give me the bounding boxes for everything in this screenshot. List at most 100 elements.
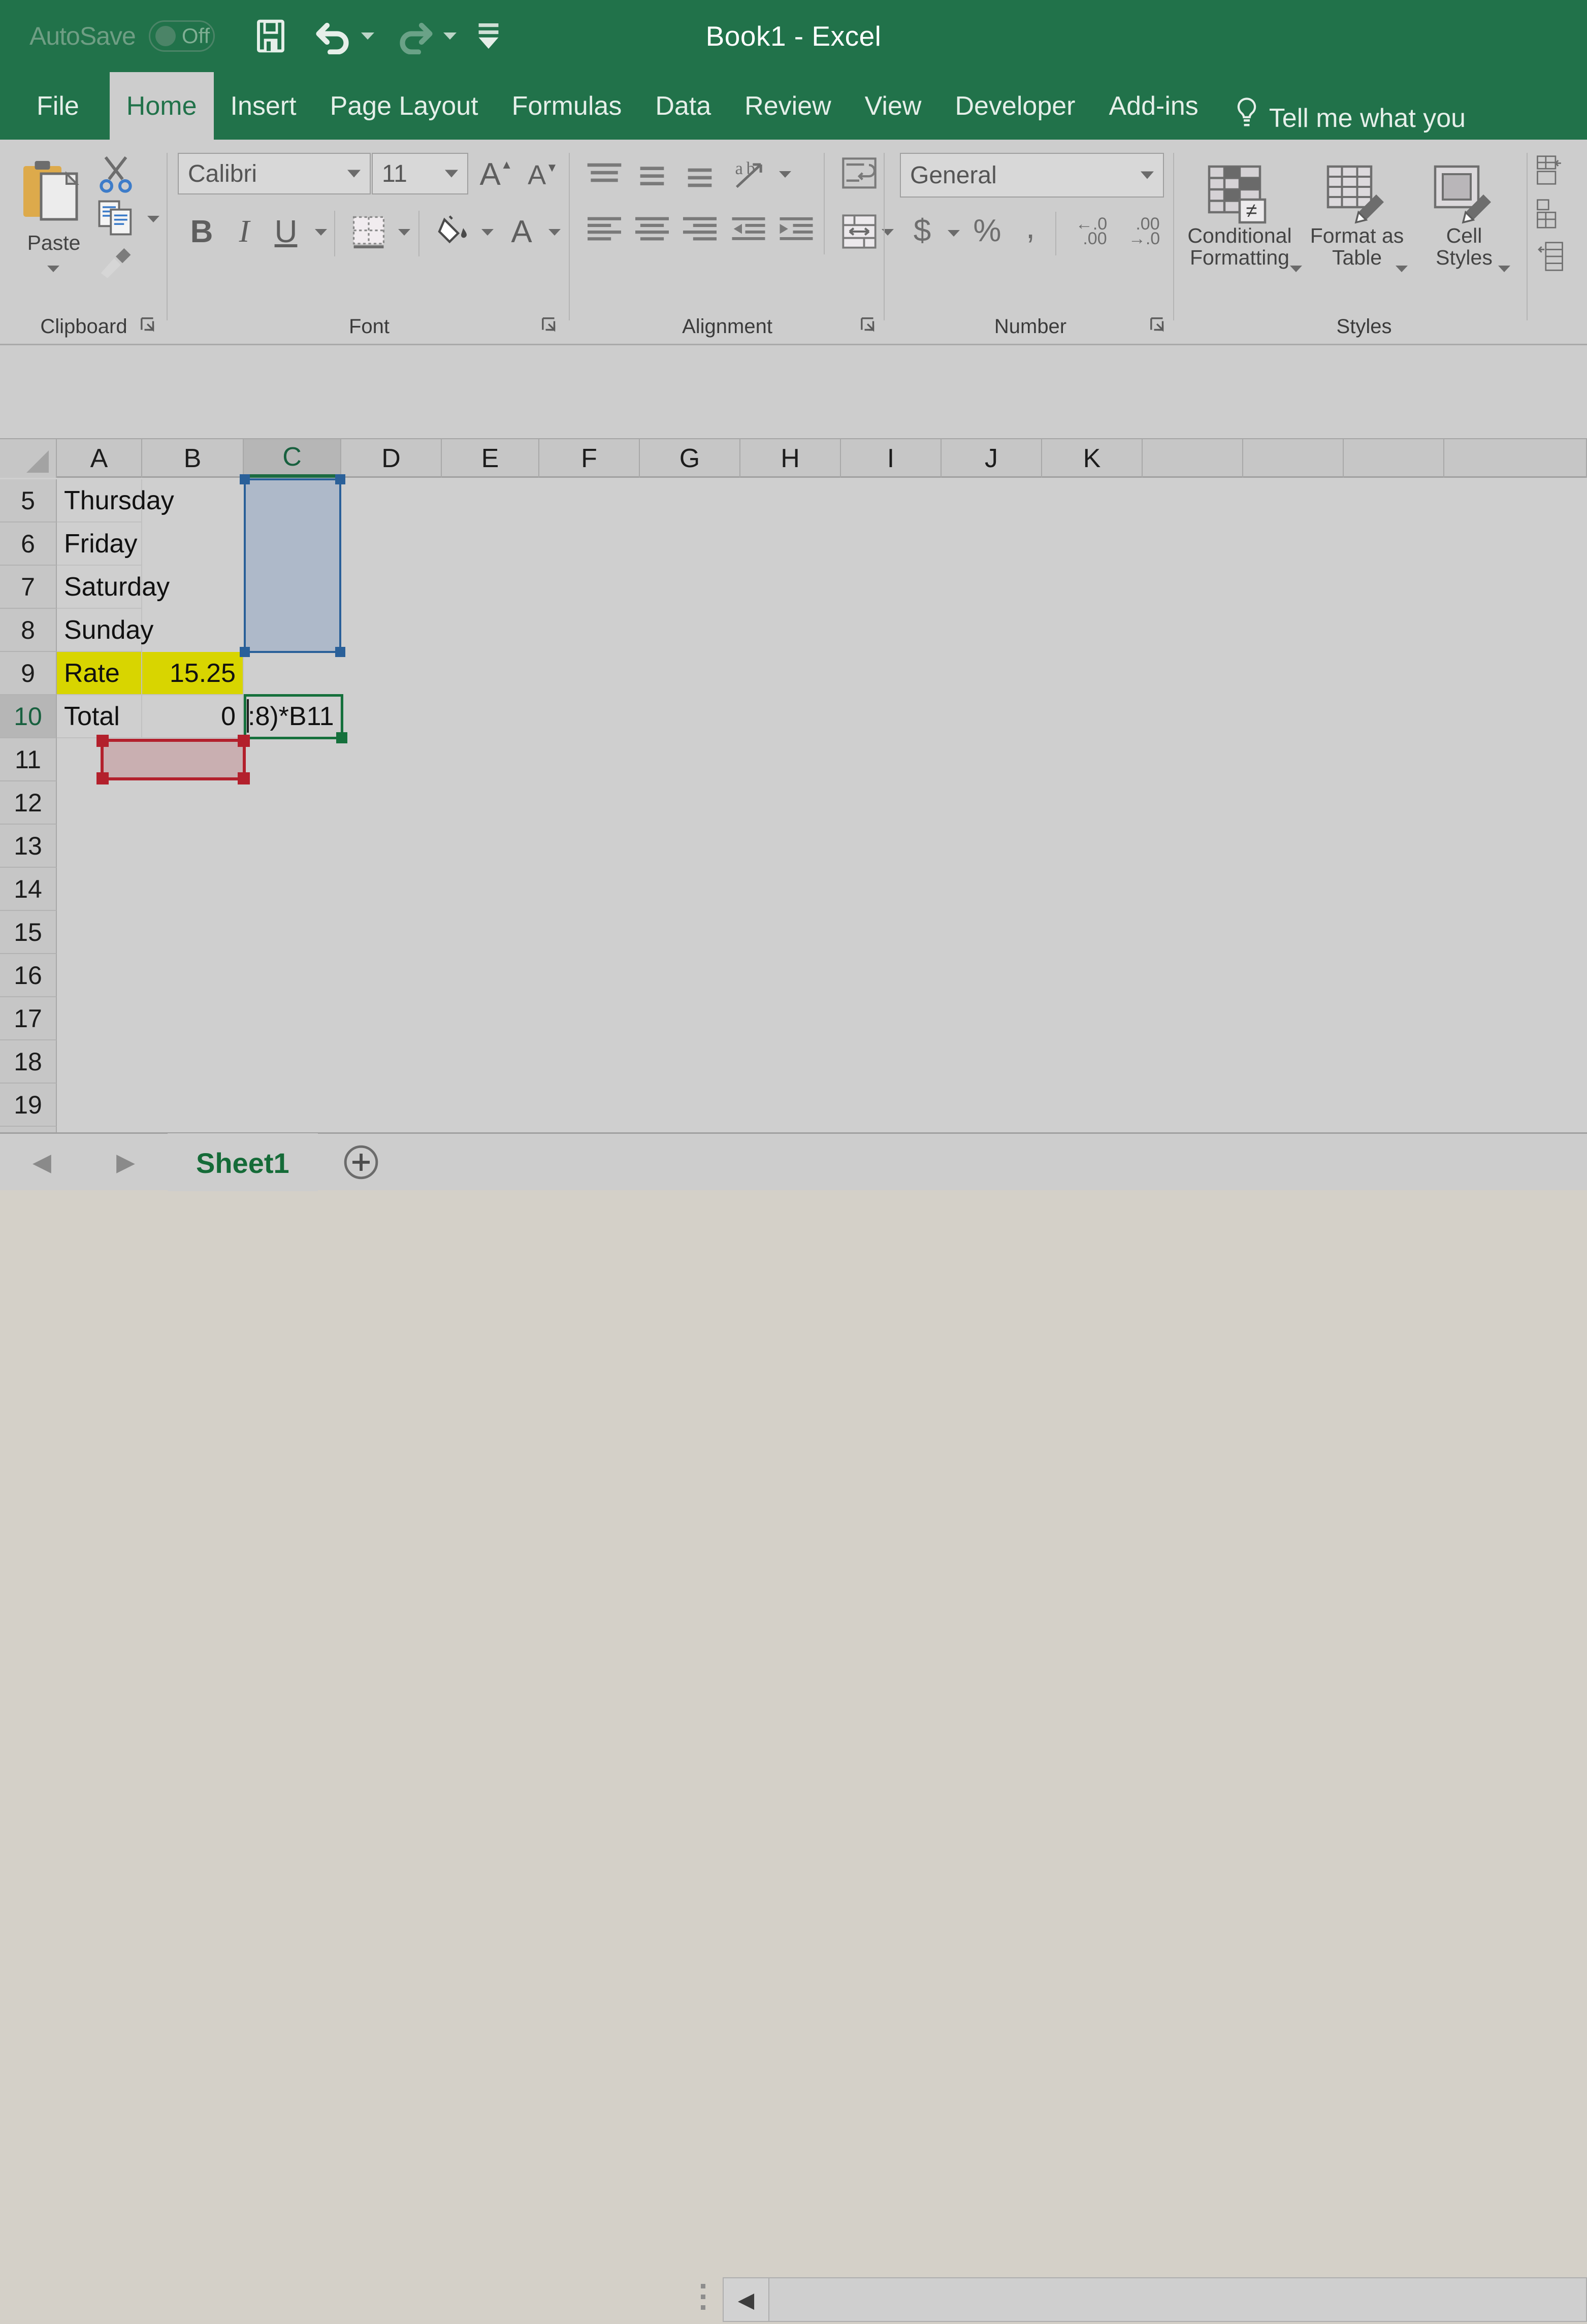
wrap-text-button[interactable] <box>834 152 885 198</box>
orientation-button[interactable]: a b <box>725 152 774 197</box>
accounting-format-button[interactable]: $ <box>901 209 944 252</box>
column-header-extra-3[interactable] <box>1344 439 1444 478</box>
selection-handle-tl[interactable] <box>240 474 250 484</box>
orientation-dropdown-icon[interactable] <box>779 171 791 178</box>
column-header-b[interactable]: B <box>142 439 244 478</box>
row-header-7[interactable]: 7 <box>0 566 57 609</box>
font-color-button[interactable]: A <box>500 210 543 253</box>
range-selection-c5-c8[interactable] <box>240 474 345 657</box>
row-header-5[interactable]: 5 <box>0 479 57 522</box>
tab-page-layout[interactable]: Page Layout <box>313 72 495 140</box>
active-cell-border-c10[interactable] <box>244 694 347 743</box>
selection-handle-tr[interactable] <box>335 474 345 484</box>
fill-handle[interactable] <box>336 732 347 743</box>
row-header-20[interactable]: 20 <box>0 1127 57 1132</box>
tell-me-box[interactable]: Tell me what you <box>1215 96 1466 140</box>
cell-a7[interactable]: Saturday <box>57 566 170 609</box>
underline-button[interactable]: U <box>264 210 308 253</box>
next-sheet-icon[interactable]: ▶ <box>116 1148 135 1176</box>
format-cells-button[interactable] <box>1535 237 1565 276</box>
reference-handle-tl[interactable] <box>96 735 109 747</box>
number-format-combo[interactable]: General <box>900 153 1164 198</box>
cell-styles-button[interactable]: Cell Styles <box>1416 148 1512 285</box>
cell-a8[interactable]: Sunday <box>57 609 153 652</box>
tab-data[interactable]: Data <box>638 72 728 140</box>
comma-style-button[interactable]: , <box>1012 208 1049 252</box>
reference-handle-bl[interactable] <box>96 772 109 784</box>
column-header-extra-4[interactable] <box>1444 439 1587 478</box>
row-header-8[interactable]: 8 <box>0 609 57 652</box>
underline-dropdown-icon[interactable] <box>315 229 327 236</box>
reference-handle-tr[interactable] <box>238 735 250 747</box>
cell-a5[interactable]: Thursday <box>57 479 174 522</box>
copy-button[interactable] <box>91 197 140 239</box>
insert-cells-button[interactable] <box>1535 151 1565 189</box>
column-header-j[interactable]: J <box>942 439 1042 478</box>
tab-developer[interactable]: Developer <box>938 72 1092 140</box>
column-header-h[interactable]: H <box>740 439 841 478</box>
tab-review[interactable]: Review <box>728 72 848 140</box>
align-middle-button[interactable] <box>629 155 675 195</box>
column-header-f[interactable]: F <box>539 439 640 478</box>
number-dialog-launcher[interactable] <box>1150 317 1167 334</box>
tab-home[interactable]: Home <box>109 72 214 140</box>
tab-insert[interactable]: Insert <box>214 72 313 140</box>
decrease-decimal-button[interactable]: .00 →.0 <box>1117 210 1171 253</box>
align-top-button[interactable] <box>581 155 628 195</box>
copy-dropdown-icon[interactable] <box>147 216 159 222</box>
cell-b9[interactable]: 15.25 <box>142 652 244 695</box>
row-header-19[interactable]: 19 <box>0 1084 57 1127</box>
scrollbar-grip[interactable] <box>701 2283 705 2316</box>
horizontal-scrollbar[interactable]: ◀ <box>701 2275 1587 2324</box>
format-as-table-dropdown-icon[interactable] <box>1396 266 1408 272</box>
fill-color-dropdown-icon[interactable] <box>481 229 494 236</box>
decrease-indent-button[interactable] <box>725 209 772 252</box>
tab-file[interactable]: File <box>0 72 110 140</box>
delete-cells-button[interactable] <box>1535 194 1565 233</box>
previous-sheet-icon[interactable]: ◀ <box>33 1148 51 1176</box>
row-header-10[interactable]: 10 <box>0 695 57 738</box>
font-color-dropdown-icon[interactable] <box>548 229 561 236</box>
cell-a10[interactable]: Total <box>57 695 142 738</box>
reference-handle-br[interactable] <box>238 772 250 784</box>
reference-box-b11[interactable] <box>96 735 250 784</box>
row-header-9[interactable]: 9 <box>0 652 57 695</box>
italic-button[interactable]: I <box>224 210 264 253</box>
cut-button[interactable] <box>91 153 140 195</box>
format-painter-button[interactable] <box>91 240 140 283</box>
clipboard-dialog-launcher[interactable] <box>140 317 157 334</box>
redo-dropdown-icon[interactable] <box>443 32 457 40</box>
row-header-15[interactable]: 15 <box>0 911 57 954</box>
align-bottom-button[interactable] <box>676 155 723 195</box>
cell-a9[interactable]: Rate <box>57 652 142 695</box>
column-header-a[interactable]: A <box>57 439 142 478</box>
scrollbar-track[interactable] <box>769 2277 1587 2322</box>
row-header-11[interactable]: 11 <box>0 738 57 781</box>
select-all-button[interactable] <box>0 439 57 478</box>
align-right-button[interactable] <box>676 209 723 252</box>
row-header-18[interactable]: 18 <box>0 1040 57 1084</box>
increase-indent-button[interactable] <box>773 209 820 252</box>
scroll-left-button[interactable]: ◀ <box>723 2277 769 2322</box>
column-header-i[interactable]: I <box>841 439 942 478</box>
undo-dropdown-icon[interactable] <box>361 32 374 40</box>
align-left-button[interactable] <box>581 209 628 252</box>
column-header-extra-1[interactable] <box>1143 439 1243 478</box>
tab-add-ins[interactable]: Add-ins <box>1092 72 1215 140</box>
merge-center-button[interactable] <box>834 209 885 254</box>
customize-qat-icon[interactable] <box>476 20 501 52</box>
conditional-formatting-dropdown-icon[interactable] <box>1290 266 1302 272</box>
column-header-k[interactable]: K <box>1042 439 1143 478</box>
decrease-font-size-button[interactable]: A ▼ <box>520 157 566 193</box>
autosave-toggle[interactable]: Off <box>148 20 215 52</box>
cell-styles-dropdown-icon[interactable] <box>1498 266 1510 272</box>
font-dialog-launcher[interactable] <box>541 317 559 334</box>
font-size-combo[interactable]: 11 <box>372 153 468 194</box>
paste-button[interactable]: Paste <box>13 152 94 258</box>
selection-handle-bl[interactable] <box>240 647 250 657</box>
align-center-button[interactable] <box>629 209 675 252</box>
save-icon[interactable] <box>254 18 287 54</box>
bold-button[interactable]: B <box>180 210 223 253</box>
redo-icon[interactable] <box>396 18 435 54</box>
selection-handle-br[interactable] <box>335 647 345 657</box>
